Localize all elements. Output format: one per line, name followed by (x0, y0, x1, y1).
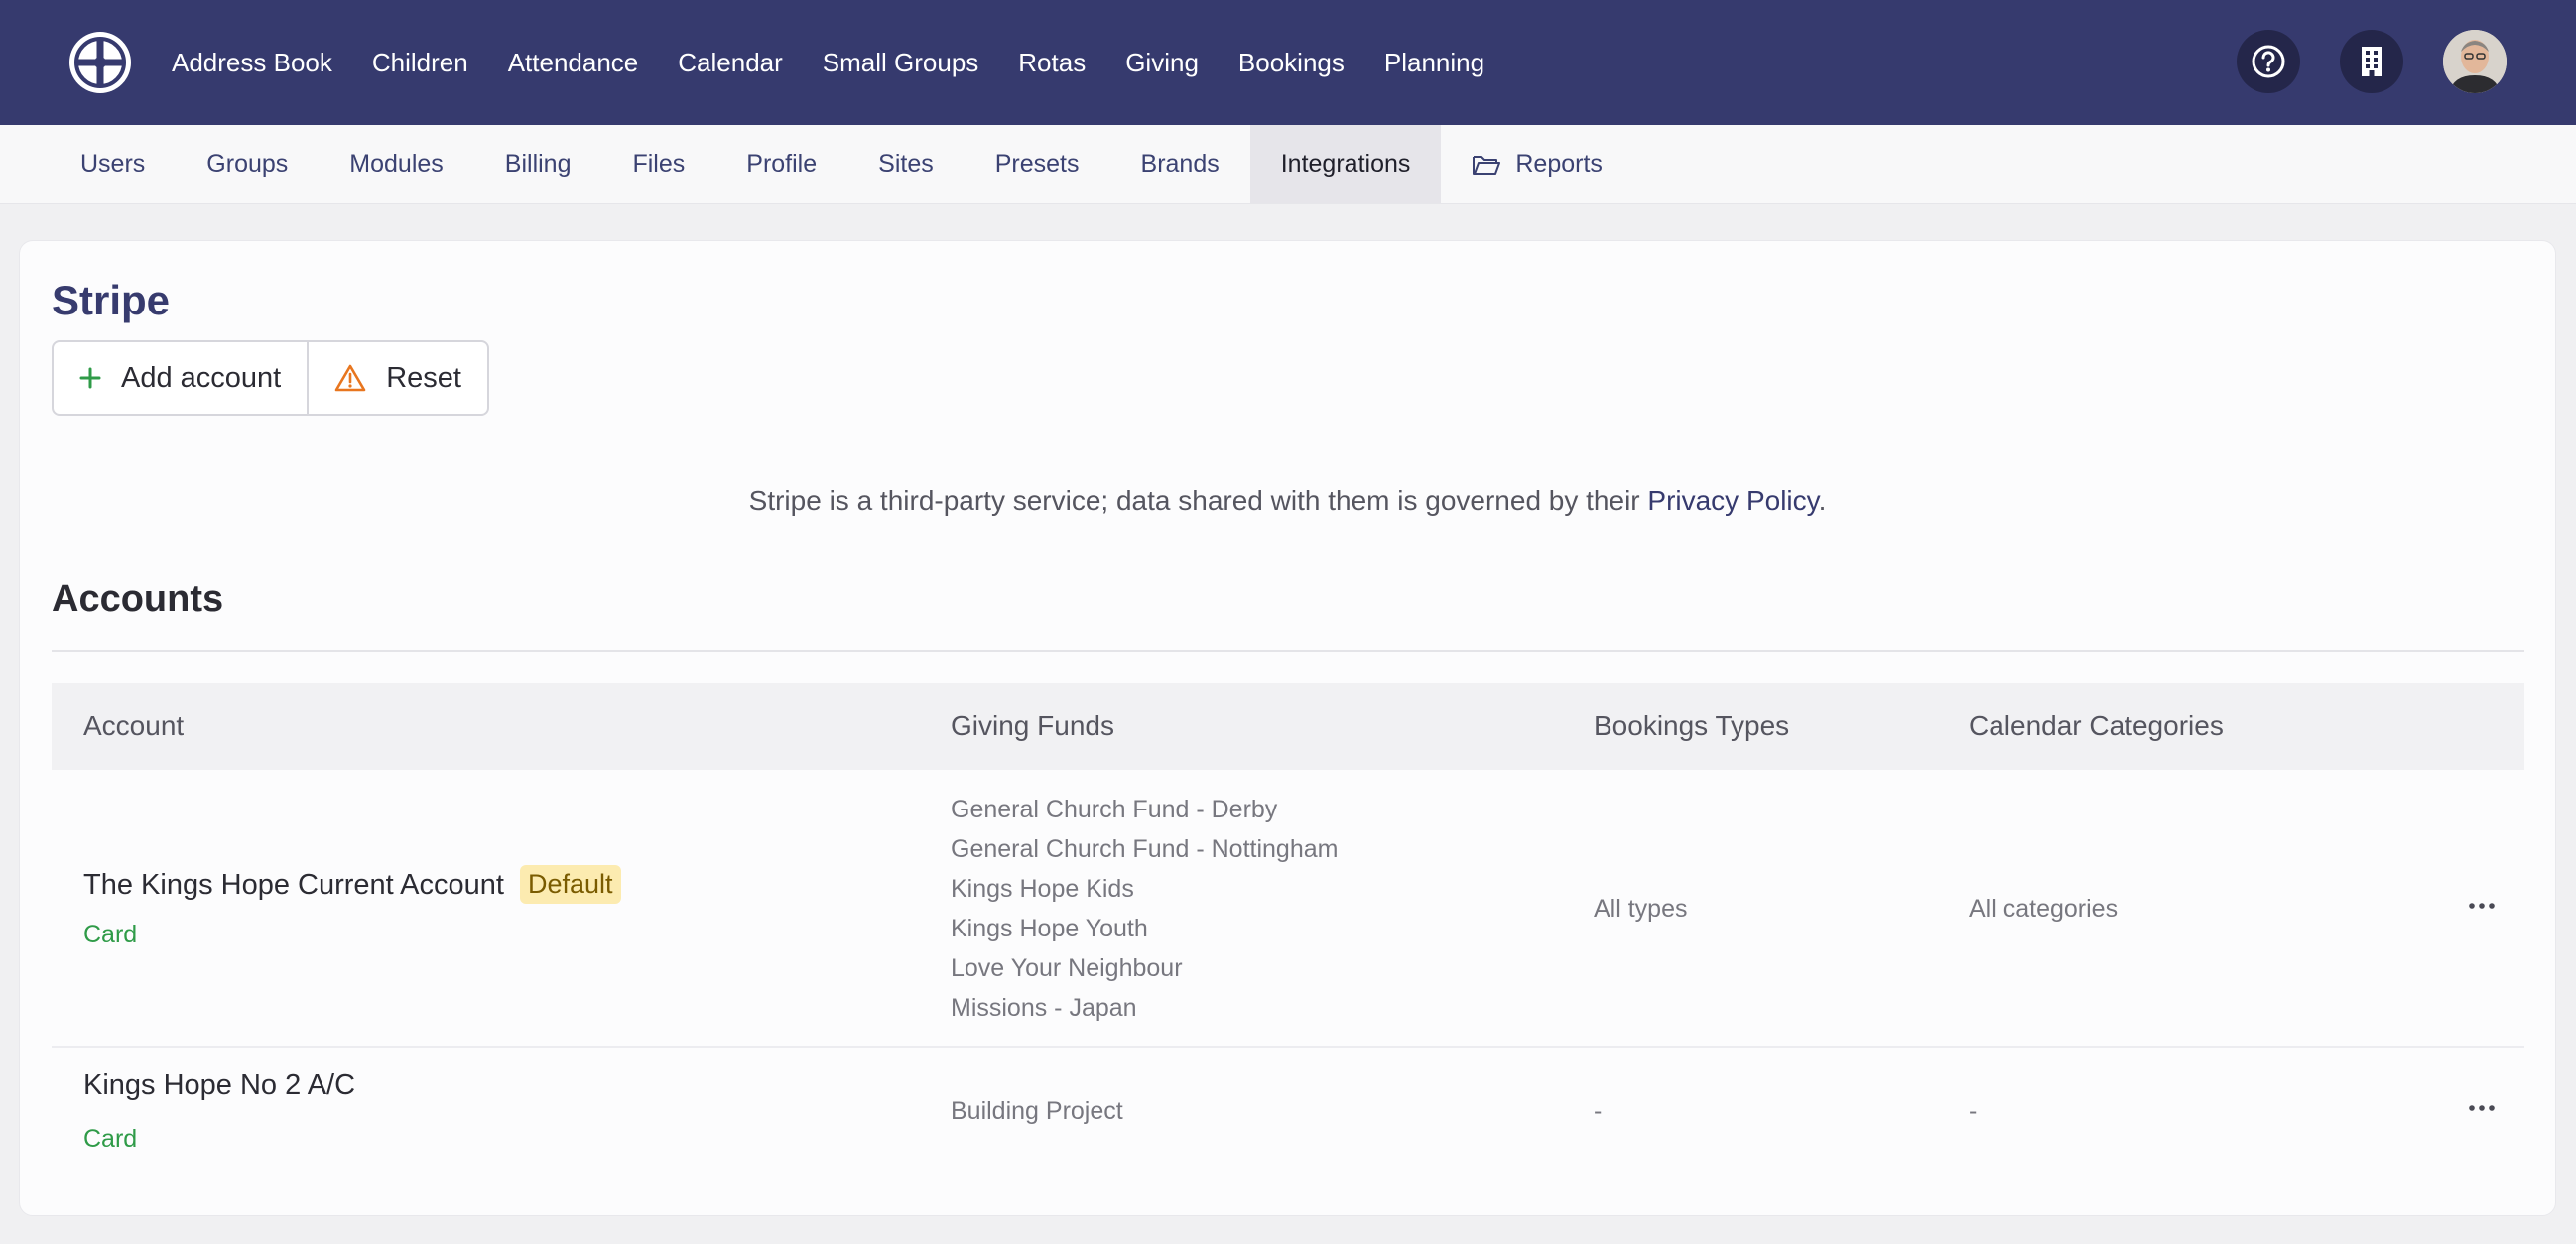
default-badge: Default (519, 865, 621, 904)
fund-item: General Church Fund - Derby (951, 796, 1278, 823)
tab-modules[interactable]: Modules (319, 125, 474, 203)
tab-reports[interactable]: Reports (1441, 125, 1633, 203)
nav-attendance[interactable]: Attendance (508, 48, 639, 78)
giving-funds-list: Building Project (951, 1091, 1123, 1131)
nav-planning[interactable]: Planning (1384, 48, 1484, 78)
fund-item: Kings Hope Kids (951, 875, 1134, 903)
more-horizontal-icon (2469, 1105, 2495, 1111)
tab-presets[interactable]: Presets (965, 125, 1110, 203)
add-account-button[interactable]: Add account (54, 342, 307, 414)
main-nav: Address Book Children Attendance Calenda… (172, 0, 1524, 125)
more-options-button[interactable] (2467, 1093, 2497, 1128)
stripe-actions: Add account Reset (52, 340, 489, 416)
fund-item: General Church Fund - Nottingham (951, 835, 1339, 863)
reset-label: Reset (386, 361, 461, 394)
tab-files[interactable]: Files (601, 125, 715, 203)
more-options-button[interactable] (2467, 891, 2497, 926)
tab-users[interactable]: Users (50, 125, 176, 203)
tab-integrations[interactable]: Integrations (1249, 125, 1442, 203)
reset-button[interactable]: Reset (307, 342, 487, 414)
bookings-types-value: - (1594, 1097, 1603, 1125)
giving-funds-list: General Church Fund - Derby General Chur… (951, 790, 1338, 1028)
account-name: Kings Hope No 2 A/C (83, 1069, 355, 1102)
account-type: Card (83, 921, 138, 948)
fund-item: Missions - Japan (951, 994, 1137, 1022)
divider (52, 650, 2524, 652)
tab-sites[interactable]: Sites (847, 125, 965, 203)
nav-calendar[interactable]: Calendar (678, 48, 783, 78)
tab-groups[interactable]: Groups (176, 125, 319, 203)
column-header-bookings-types: Bookings Types (1594, 710, 1790, 741)
tab-brands[interactable]: Brands (1110, 125, 1250, 203)
fund-item: Kings Hope Youth (951, 915, 1148, 942)
table-header: Account Giving Funds Bookings Types Cale… (52, 683, 2524, 770)
more-horizontal-icon (2469, 903, 2495, 909)
table-row[interactable]: The Kings Hope Current Account Default Ca… (52, 770, 2524, 1048)
column-header-giving-funds: Giving Funds (951, 710, 1114, 741)
fund-item: Love Your Neighbour (951, 954, 1183, 982)
stripe-card: Stripe Add account Reset Stripe is a thi… (19, 240, 2556, 1216)
tab-billing[interactable]: Billing (474, 125, 602, 203)
organisation-button[interactable] (2340, 30, 2403, 93)
folder-open-icon (1473, 155, 1501, 175)
page-title: Stripe (52, 277, 171, 323)
nav-giving[interactable]: Giving (1125, 48, 1199, 78)
nav-rotas[interactable]: Rotas (1018, 48, 1086, 78)
logo-icon[interactable] (67, 30, 133, 95)
account-name: The Kings Hope Current Account Default (83, 865, 621, 904)
privacy-notice: Stripe is a third-party service; data sh… (20, 485, 2555, 517)
account-name-text: The Kings Hope Current Account (83, 869, 504, 901)
column-header-account: Account (83, 710, 185, 741)
top-right-actions (2197, 30, 2507, 93)
privacy-notice-end: . (1818, 485, 1827, 516)
nav-bookings[interactable]: Bookings (1238, 48, 1345, 78)
nav-children[interactable]: Children (372, 48, 468, 78)
nav-address-book[interactable]: Address Book (172, 48, 332, 78)
add-account-label: Add account (121, 361, 282, 394)
table-row[interactable]: Kings Hope No 2 A/C Card Building Projec… (52, 1048, 2524, 1177)
privacy-notice-text: Stripe is a third-party service; data sh… (748, 485, 1640, 516)
nav-small-groups[interactable]: Small Groups (823, 48, 979, 78)
fund-item: Building Project (951, 1097, 1123, 1125)
privacy-policy-link[interactable]: Privacy Policy (1647, 485, 1818, 516)
account-type: Card (83, 1125, 138, 1153)
calendar-categories-value: - (1969, 1097, 1978, 1125)
building-icon (2362, 47, 2382, 76)
calendar-categories-value: All categories (1969, 895, 2119, 923)
warning-icon (334, 364, 366, 392)
help-icon (2252, 45, 2285, 78)
help-button[interactable] (2237, 30, 2300, 93)
avatar[interactable] (2443, 30, 2507, 93)
tab-profile[interactable]: Profile (715, 125, 847, 203)
bookings-types-value: All types (1594, 895, 1688, 923)
column-header-calendar-categories: Calendar Categories (1969, 710, 2224, 741)
plus-icon (79, 367, 101, 389)
account-name-text: Kings Hope No 2 A/C (83, 1069, 356, 1101)
tab-reports-label: Reports (1515, 150, 1603, 178)
top-navbar: Address Book Children Attendance Calenda… (0, 0, 2576, 125)
accounts-heading: Accounts (52, 578, 224, 620)
settings-subnav: Users Groups Modules Billing Files Profi… (0, 125, 2576, 204)
